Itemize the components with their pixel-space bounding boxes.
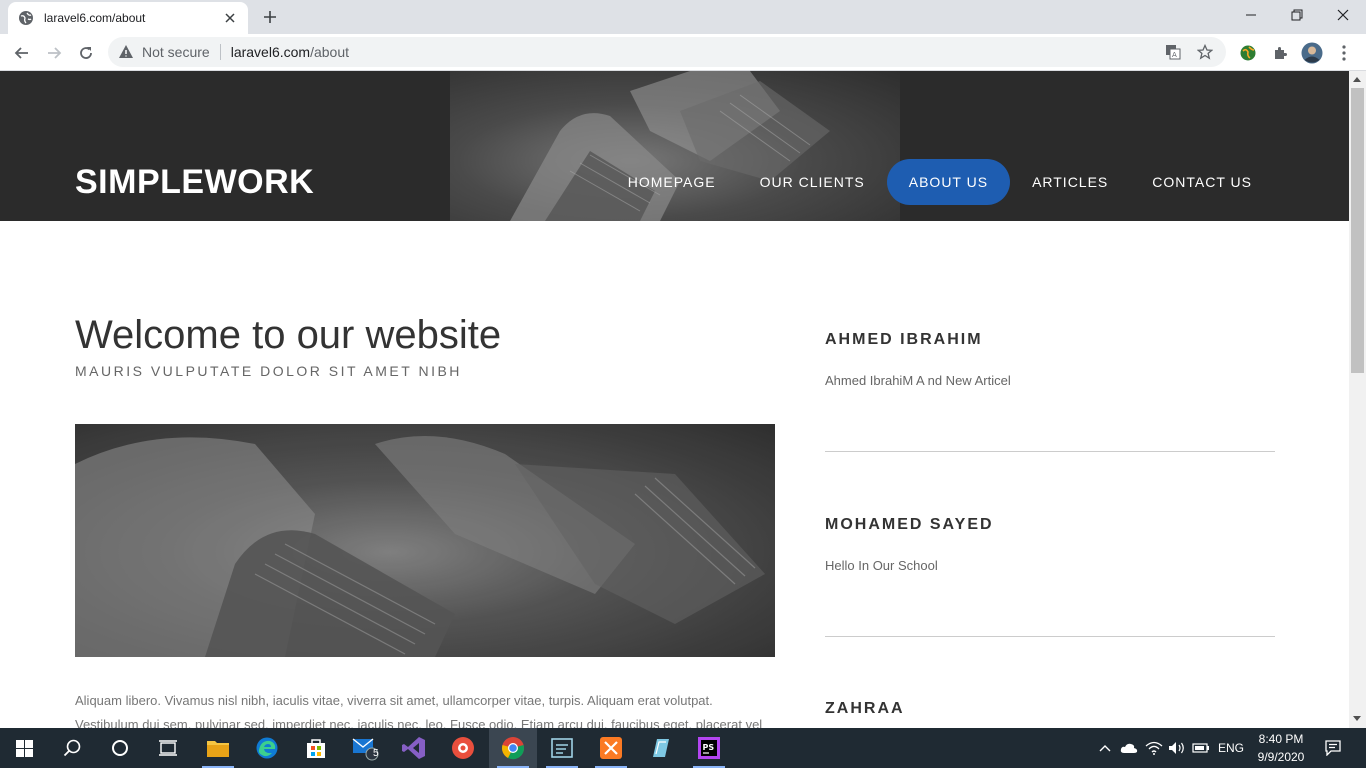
body-line: Aliquam libero. Vivamus nisl nibh, iacul…	[75, 693, 713, 708]
url-path: /about	[310, 44, 350, 60]
sidebar-article: MOHAMED SAYED Hello In Our School	[825, 516, 1275, 573]
windows-taskbar: 5 PS ENG 8:40 PM 9/9/2020	[0, 728, 1366, 768]
xampp-icon[interactable]	[587, 728, 635, 768]
volume-icon[interactable]	[1166, 728, 1188, 768]
minimize-button[interactable]	[1228, 0, 1274, 30]
file-explorer-icon[interactable]	[194, 728, 242, 768]
show-hidden-icons-chevron-icon[interactable]	[1094, 728, 1116, 768]
page-viewport: SIMPLEWORK HOMEPAGE OUR CLIENTS ABOUT US…	[0, 71, 1349, 728]
phpstorm-icon[interactable]: PS	[685, 728, 733, 768]
forward-button[interactable]	[40, 39, 68, 67]
divider	[825, 636, 1275, 637]
language-indicator[interactable]: ENG	[1214, 728, 1248, 768]
profile-avatar[interactable]	[1298, 39, 1326, 67]
site-logo[interactable]: SIMPLEWORK	[75, 163, 314, 202]
page-scrollbar[interactable]	[1349, 71, 1366, 728]
cortana-icon[interactable]	[96, 728, 144, 768]
restore-button[interactable]	[1274, 0, 1320, 30]
browser-menu-icon[interactable]	[1330, 39, 1358, 67]
clock-date: 9/9/2020	[1257, 750, 1305, 764]
body-line: Vestibulum dui sem, pulvinar sed, imperd…	[75, 717, 763, 728]
warning-icon[interactable]	[118, 44, 134, 60]
security-status[interactable]: Not secure	[142, 44, 210, 60]
clock[interactable]: 8:40 PM 9/9/2020	[1252, 730, 1310, 766]
translate-icon[interactable]: A	[1162, 41, 1184, 63]
tab-close-icon[interactable]	[222, 10, 238, 26]
bookmark-star-icon[interactable]	[1194, 41, 1216, 63]
extension-globe-icon[interactable]	[1234, 39, 1262, 67]
main-nav: HOMEPAGE OUR CLIENTS ABOUT US ARTICLES C…	[606, 159, 1274, 205]
clock-time: 8:40 PM	[1258, 732, 1304, 746]
edge-browser-icon[interactable]	[243, 728, 291, 768]
globe-icon	[19, 11, 33, 25]
scroll-up-arrow-icon[interactable]	[1353, 77, 1361, 82]
url-text[interactable]: laravel6.com/about	[231, 44, 1152, 60]
nav-our-clients[interactable]: OUR CLIENTS	[738, 159, 887, 205]
code-editor-icon[interactable]	[538, 728, 586, 768]
article-title[interactable]: AHMED IBRAHIM	[825, 331, 1275, 349]
notifications-icon[interactable]	[1318, 728, 1348, 768]
divider	[219, 44, 221, 60]
camera-app-icon[interactable]	[439, 728, 487, 768]
address-bar[interactable]: Not secure laravel6.com/about A	[108, 37, 1226, 67]
sidebar-article: AHMED IBRAHIM Ahmed IbrahiM A nd New Art…	[825, 331, 1275, 388]
start-button[interactable]	[0, 728, 48, 768]
nav-articles[interactable]: ARTICLES	[1010, 159, 1130, 205]
page-title: Welcome to our website	[75, 313, 502, 357]
browser-tab[interactable]: laravel6.com/about	[8, 2, 248, 34]
back-button[interactable]	[8, 39, 36, 67]
network-cables-picture	[75, 424, 775, 657]
visual-studio-icon[interactable]	[390, 728, 438, 768]
nav-homepage[interactable]: HOMEPAGE	[606, 159, 738, 205]
scroll-down-arrow-icon[interactable]	[1353, 716, 1361, 721]
article-title[interactable]: ZAHRAA	[825, 700, 1275, 718]
featured-image	[75, 424, 775, 657]
close-window-button[interactable]	[1320, 0, 1366, 30]
battery-icon[interactable]	[1190, 728, 1212, 768]
sidebar-article: ZAHRAA	[825, 700, 1275, 718]
browser-toolbar: Not secure laravel6.com/about A	[0, 34, 1366, 71]
nav-contact-us[interactable]: CONTACT US	[1130, 159, 1274, 205]
wifi-icon[interactable]	[1143, 728, 1165, 768]
article-excerpt: Ahmed IbrahiM A nd New Articel	[825, 373, 1011, 388]
tab-title: laravel6.com/about	[44, 11, 146, 25]
mail-icon[interactable]: 5	[341, 728, 389, 768]
chrome-icon[interactable]	[489, 728, 537, 768]
body-paragraph: Aliquam libero. Vivamus nisl nibh, iacul…	[75, 689, 775, 728]
nav-about-us[interactable]: ABOUT US	[886, 159, 1011, 205]
article-title[interactable]: MOHAMED SAYED	[825, 516, 1275, 534]
onedrive-cloud-icon[interactable]	[1118, 728, 1140, 768]
svg-text:A: A	[1172, 51, 1177, 59]
mail-badge: 5	[373, 748, 379, 759]
site-header: SIMPLEWORK HOMEPAGE OUR CLIENTS ABOUT US…	[0, 71, 1349, 221]
scrollbar-thumb[interactable]	[1351, 88, 1364, 373]
reload-button[interactable]	[72, 39, 100, 67]
notes-app-icon[interactable]	[636, 728, 684, 768]
browser-tab-strip: laravel6.com/about	[0, 0, 1366, 34]
extensions-puzzle-icon[interactable]	[1266, 39, 1294, 67]
page-subtitle: MAURIS VULPUTATE DOLOR SIT AMET NIBH	[75, 363, 462, 379]
url-host: laravel6.com	[230, 44, 311, 60]
article-excerpt: Hello In Our School	[825, 558, 938, 573]
new-tab-button[interactable]	[258, 7, 282, 27]
task-view-icon[interactable]	[144, 728, 192, 768]
store-icon[interactable]	[292, 728, 340, 768]
svg-text:PS: PS	[703, 743, 715, 752]
search-icon[interactable]	[48, 728, 96, 768]
divider	[825, 451, 1275, 452]
